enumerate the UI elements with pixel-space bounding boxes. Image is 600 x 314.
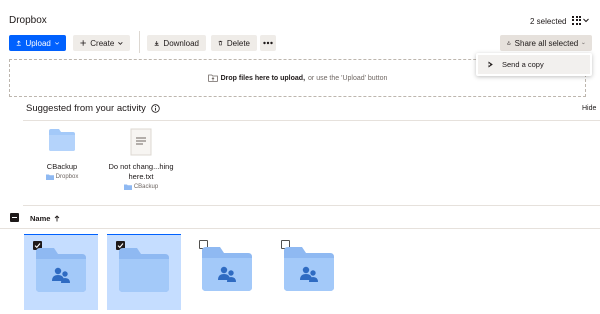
folder-icon <box>49 129 75 151</box>
upload-icon <box>16 40 21 46</box>
folder-tile[interactable] <box>190 234 264 310</box>
send-a-copy-label: Send a copy <box>502 60 544 69</box>
delete-label: Delete <box>226 38 250 48</box>
share-icon <box>507 41 511 45</box>
suggested-item-name: Do not chang...hing <box>108 162 174 171</box>
suggested-section-title: Suggested from your activity <box>26 103 160 114</box>
share-all-label: Share all selected <box>514 38 579 48</box>
selected-count: 2 selected <box>530 17 567 26</box>
folder-icon <box>119 248 169 292</box>
section-divider <box>23 205 600 206</box>
chevron-down-icon <box>583 18 589 22</box>
suggested-item-location: CBackup <box>103 184 179 190</box>
hide-suggested-button[interactable]: Hide <box>582 105 596 112</box>
upload-label: Upload <box>25 38 51 48</box>
shared-folder-icon <box>284 247 334 291</box>
send-copy-icon <box>488 61 493 68</box>
folder-tile[interactable] <box>107 234 181 310</box>
grid-view-icon <box>572 15 581 25</box>
info-icon[interactable] <box>151 104 160 113</box>
dropzone-bold-text: Drop files here to upload, <box>220 74 306 82</box>
download-label: Download <box>163 38 199 48</box>
plus-icon <box>80 40 86 46</box>
folder-icon <box>45 174 54 180</box>
chevron-down-icon <box>54 41 59 45</box>
send-a-copy-menu-item[interactable]: Send a copy <box>478 55 590 74</box>
more-actions-button[interactable] <box>260 35 276 51</box>
view-toggle-button[interactable] <box>572 14 592 26</box>
toolbar-divider <box>139 31 140 53</box>
suggested-item-name-line2: here.txt <box>128 172 154 181</box>
upload-button[interactable]: Upload <box>9 35 66 51</box>
suggested-title-text: Suggested from your activity <box>26 103 146 114</box>
create-label: Create <box>90 38 115 48</box>
folder-tile[interactable] <box>272 234 346 310</box>
folder-tile[interactable] <box>24 234 98 310</box>
text-file-icon <box>130 128 152 156</box>
app-title: Dropbox <box>9 15 47 26</box>
dropzone-text: or use the 'Upload' button <box>308 74 388 82</box>
suggested-item-location: Dropbox <box>28 174 96 180</box>
shared-folder-icon <box>202 247 252 291</box>
share-menu: Send a copy <box>476 53 592 76</box>
shared-folder-icon <box>36 248 86 292</box>
chevron-down-icon <box>118 41 123 45</box>
name-column-header[interactable]: Name <box>30 214 60 223</box>
create-button[interactable]: Create <box>73 35 130 51</box>
name-column-label: Name <box>30 214 51 223</box>
trash-icon <box>218 40 223 46</box>
suggested-item-text-file[interactable]: Do not chang...hing here.txt CBackup <box>103 128 179 190</box>
list-header-divider <box>0 228 600 229</box>
download-icon <box>154 40 159 46</box>
folder-upload-icon <box>207 74 218 82</box>
chevron-down-icon <box>582 42 585 44</box>
section-divider <box>23 120 600 121</box>
share-all-selected-button[interactable]: Share all selected <box>500 35 592 51</box>
suggested-item-name: CBackup <box>46 162 78 171</box>
delete-button[interactable]: Delete <box>211 35 257 51</box>
sort-ascending-icon <box>55 215 60 222</box>
suggested-item-cbackup[interactable]: CBackup Dropbox <box>28 128 96 180</box>
more-horizontal-icon <box>263 41 273 45</box>
select-all-checkbox[interactable] <box>10 213 19 222</box>
folder-icon <box>123 184 132 190</box>
download-button[interactable]: Download <box>147 35 206 51</box>
